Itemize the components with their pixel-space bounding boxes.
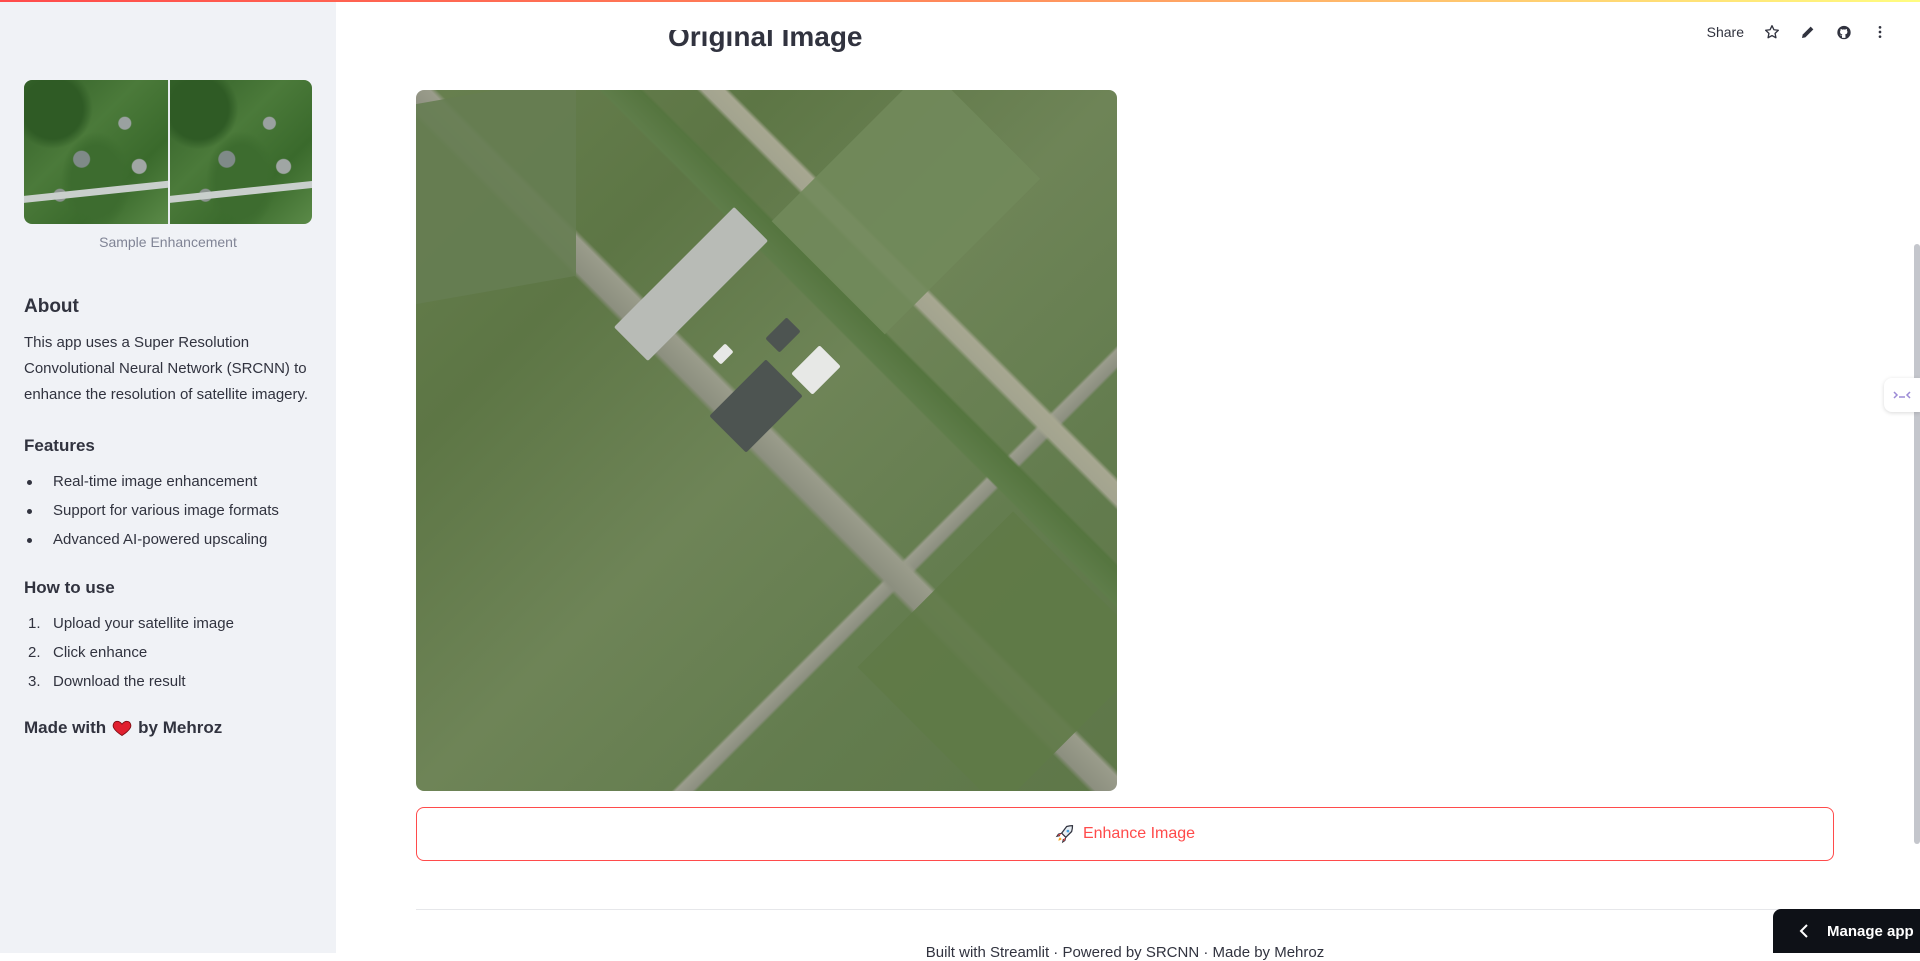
bullet-icon <box>27 480 32 485</box>
github-icon[interactable] <box>1836 24 1852 40</box>
chevron-left-icon <box>1799 924 1809 938</box>
enhance-image-button[interactable]: Enhance Image <box>416 807 1834 861</box>
toolbar: Share <box>1707 24 1888 40</box>
list-item: Support for various image formats <box>24 501 312 521</box>
more-vertical-icon[interactable] <box>1872 24 1888 40</box>
list-item: Advanced AI-powered upscaling <box>24 530 312 550</box>
heart-icon <box>112 718 132 738</box>
expand-side-panel-button[interactable] <box>1884 378 1920 412</box>
pencil-icon[interactable] <box>1800 24 1816 40</box>
sidebar: Sample Enhancement About This app uses a… <box>0 0 336 953</box>
page-title: Original Image <box>668 30 863 64</box>
bullet-icon <box>27 509 32 514</box>
howto-heading: How to use <box>24 578 312 598</box>
rocket-icon <box>1055 824 1075 844</box>
collapse-arrows-icon <box>1893 390 1911 400</box>
sample-before-image <box>24 80 168 224</box>
share-button[interactable]: Share <box>1707 24 1744 40</box>
list-item: 2.Click enhance <box>24 643 312 663</box>
about-heading: About <box>24 296 312 318</box>
features-heading: Features <box>24 436 312 456</box>
manage-app-button[interactable]: Manage app <box>1773 909 1920 953</box>
divider <box>416 909 1834 910</box>
top-decoration-bar <box>0 0 1920 2</box>
steps-list: 1.Upload your satellite image 2.Click en… <box>24 614 312 692</box>
made-with-credit: Made with by Mehroz <box>24 718 312 738</box>
about-text: This app uses a Super Resolution Convolu… <box>24 330 312 408</box>
list-item: 1.Upload your satellite image <box>24 614 312 634</box>
manage-app-label: Manage app <box>1827 923 1914 940</box>
sample-enhancement-image <box>24 80 312 224</box>
features-list: Real-time image enhancement Support for … <box>24 472 312 550</box>
list-item: Real-time image enhancement <box>24 472 312 492</box>
original-satellite-image <box>416 90 1117 791</box>
list-item: 3.Download the result <box>24 672 312 692</box>
sample-after-image <box>168 80 312 224</box>
scrollbar[interactable] <box>1914 244 1920 844</box>
image-caption: Sample Enhancement <box>24 234 312 250</box>
bullet-icon <box>27 538 32 543</box>
enhance-image-label: Enhance Image <box>1083 825 1195 843</box>
star-icon[interactable] <box>1764 24 1780 40</box>
